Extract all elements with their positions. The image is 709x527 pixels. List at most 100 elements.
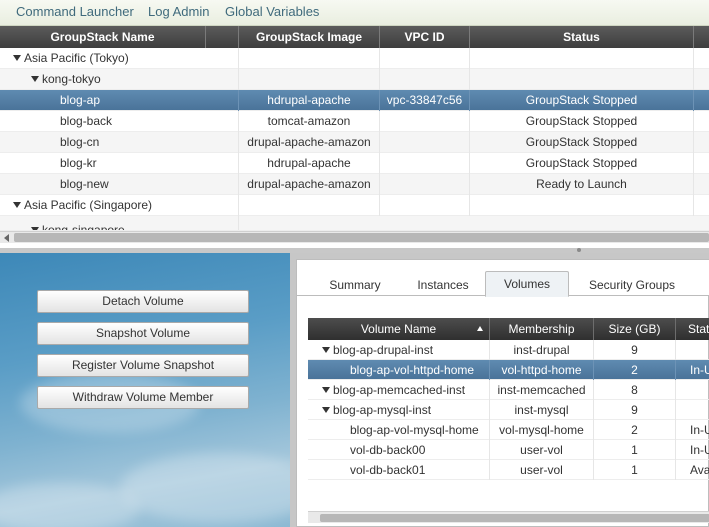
membership-cell: vol-httpd-home (490, 360, 594, 380)
row-vpc-cell (380, 69, 470, 90)
scrollbar-thumb[interactable] (320, 514, 709, 522)
column-groupstack-image[interactable]: GroupStack Image (239, 26, 380, 48)
volume-row-vol-httpd-home[interactable]: blog-ap-vol-httpd-home vol-httpd-home 2 … (308, 360, 709, 380)
row-name-cell: blog-cn (0, 132, 239, 153)
status-cell (676, 380, 709, 400)
volume-name-text: blog-ap-mysql-inst (333, 403, 432, 417)
volume-row-db-back01[interactable]: vol-db-back01 user-vol 1 Avail (308, 460, 709, 480)
column-volume-name[interactable]: Volume Name (308, 318, 490, 340)
row-vpc-cell (380, 195, 470, 216)
expand-triangle-icon[interactable] (322, 387, 330, 393)
groupstack-horizontal-scrollbar[interactable] (0, 231, 709, 243)
menu-global-variables[interactable]: Global Variables (225, 4, 319, 19)
column-status[interactable]: Status (470, 26, 694, 48)
expand-triangle-icon[interactable] (322, 407, 330, 413)
register-volume-snapshot-button[interactable]: Register Volume Snapshot (37, 354, 249, 377)
column-groupstack-name[interactable]: GroupStack Name (0, 26, 206, 48)
groupstack-row-blog-cn[interactable]: blog-cn drupal-apache-amazon GroupStack … (0, 132, 709, 153)
volume-row-vol-mysql-home[interactable]: blog-ap-vol-mysql-home vol-mysql-home 2 … (308, 420, 709, 440)
expand-triangle-icon[interactable] (13, 55, 21, 61)
volume-grid-header: Volume Name Membership Size (GB) Stat (308, 318, 709, 340)
volume-name-cell: blog-ap-memcached-inst (308, 380, 490, 400)
expand-triangle-icon[interactable] (322, 347, 330, 353)
groupstack-row-blog-back[interactable]: blog-back tomcat-amazon GroupStack Stopp… (0, 111, 709, 132)
scroll-left-arrow-icon[interactable] (4, 234, 9, 242)
row-status-cell: GroupStack Stopped (470, 90, 694, 111)
size-cell: 2 (594, 420, 676, 440)
splitter-grip-icon[interactable] (577, 248, 581, 252)
action-panel: Detach Volume Snapshot Volume Register V… (0, 253, 290, 527)
tree-row-region-tokyo[interactable]: Asia Pacific (Tokyo) (0, 48, 709, 69)
size-cell: 8 (594, 380, 676, 400)
groupstack-row-blog-kr[interactable]: blog-kr hdrupal-apache GroupStack Stoppe… (0, 153, 709, 174)
cloud-decoration (0, 483, 140, 527)
row-image-cell: tomcat-amazon (239, 111, 380, 132)
row-image-cell (239, 195, 380, 216)
column-size[interactable]: Size (GB) (594, 318, 676, 340)
volume-row-db-back00[interactable]: vol-db-back00 user-vol 1 In-U (308, 440, 709, 460)
snapshot-volume-button[interactable]: Snapshot Volume (37, 322, 249, 345)
row-vpc-cell (380, 111, 470, 132)
menu-command-launcher[interactable]: Command Launcher (16, 4, 134, 19)
tree-row-group-kong-tokyo[interactable]: kong-tokyo (0, 69, 709, 90)
row-status-cell (470, 48, 694, 69)
size-cell: 9 (594, 400, 676, 420)
volume-row-drupal-inst[interactable]: blog-ap-drupal-inst inst-drupal 9 (308, 340, 709, 360)
row-status-cell (470, 69, 694, 90)
tab-instances[interactable]: Instances (405, 276, 481, 296)
expand-triangle-icon[interactable] (31, 76, 39, 82)
withdraw-volume-member-button[interactable]: Withdraw Volume Member (37, 386, 249, 409)
volume-row-memcached-inst[interactable]: blog-ap-memcached-inst inst-memcached 8 (308, 380, 709, 400)
size-cell: 9 (594, 340, 676, 360)
status-cell (676, 400, 709, 420)
row-vpc-cell: vpc-33847c56 (380, 90, 470, 111)
column-volume-name-label: Volume Name (360, 322, 437, 336)
status-cell: In-U (690, 443, 709, 457)
row-name-cell: kong-tokyo (0, 69, 239, 90)
expand-triangle-icon[interactable] (13, 202, 21, 208)
row-image-cell: drupal-apache-amazon (239, 174, 380, 195)
column-vpc-id[interactable]: VPC ID (380, 26, 470, 48)
tree-row-region-singapore[interactable]: Asia Pacific (Singapore) (0, 195, 709, 216)
membership-cell: vol-mysql-home (490, 420, 594, 440)
row-image-cell (239, 48, 380, 69)
row-vpc-cell (380, 153, 470, 174)
size-cell: 1 (594, 440, 676, 460)
volume-name-cell: vol-db-back00 (308, 440, 490, 460)
detach-volume-button[interactable]: Detach Volume (37, 290, 249, 313)
scrollbar-thumb[interactable] (14, 233, 709, 242)
menu-log-admin[interactable]: Log Admin (148, 4, 209, 19)
membership-cell: inst-mysql (490, 400, 594, 420)
volume-name-cell: blog-ap-drupal-inst (308, 340, 490, 360)
row-vpc-cell (380, 48, 470, 69)
groupstack-row-blog-ap[interactable]: blog-ap hdrupal-apache vpc-33847c56 Grou… (0, 90, 709, 111)
membership-cell: inst-memcached (490, 380, 594, 400)
volume-row-mysql-inst[interactable]: blog-ap-mysql-inst inst-mysql 9 (308, 400, 709, 420)
volume-name-cell: vol-db-back01 (308, 460, 490, 480)
top-menu-bar: Command Launcher Log Admin Global Variab… (0, 0, 709, 26)
sort-ascending-icon (477, 326, 483, 331)
volume-name-text: blog-ap-memcached-inst (333, 383, 466, 397)
details-tabbar: Summary Instances Volumes Security Group… (297, 260, 709, 297)
volume-name-cell: blog-ap-vol-mysql-home (308, 420, 490, 440)
column-status[interactable]: Stat (676, 318, 709, 340)
row-name-cell: kong-singapore (0, 216, 239, 230)
groupstack-row-blog-new[interactable]: blog-new drupal-apache-amazon Ready to L… (0, 174, 709, 195)
cloud-decoration (120, 453, 290, 523)
row-status-cell: Ready to Launch (470, 174, 694, 195)
membership-cell: user-vol (490, 440, 594, 460)
column-membership[interactable]: Membership (490, 318, 594, 340)
row-name-cell: blog-back (0, 111, 239, 132)
row-name-text: kong-tokyo (42, 72, 101, 86)
status-cell: In-U (690, 423, 709, 437)
tree-row-group-kong-singapore[interactable]: kong-singapore (0, 216, 709, 231)
size-cell: 2 (594, 360, 676, 380)
volume-horizontal-scrollbar[interactable] (308, 511, 709, 523)
row-name-text: Asia Pacific (Singapore) (24, 198, 153, 212)
tab-volumes[interactable]: Volumes (485, 271, 569, 297)
tab-summary[interactable]: Summary (319, 276, 391, 296)
row-name-cell: Asia Pacific (Tokyo) (0, 48, 239, 69)
tab-security-groups[interactable]: Security Groups (579, 276, 685, 296)
row-name-cell: blog-kr (0, 153, 239, 174)
status-cell: In-U (690, 363, 709, 377)
